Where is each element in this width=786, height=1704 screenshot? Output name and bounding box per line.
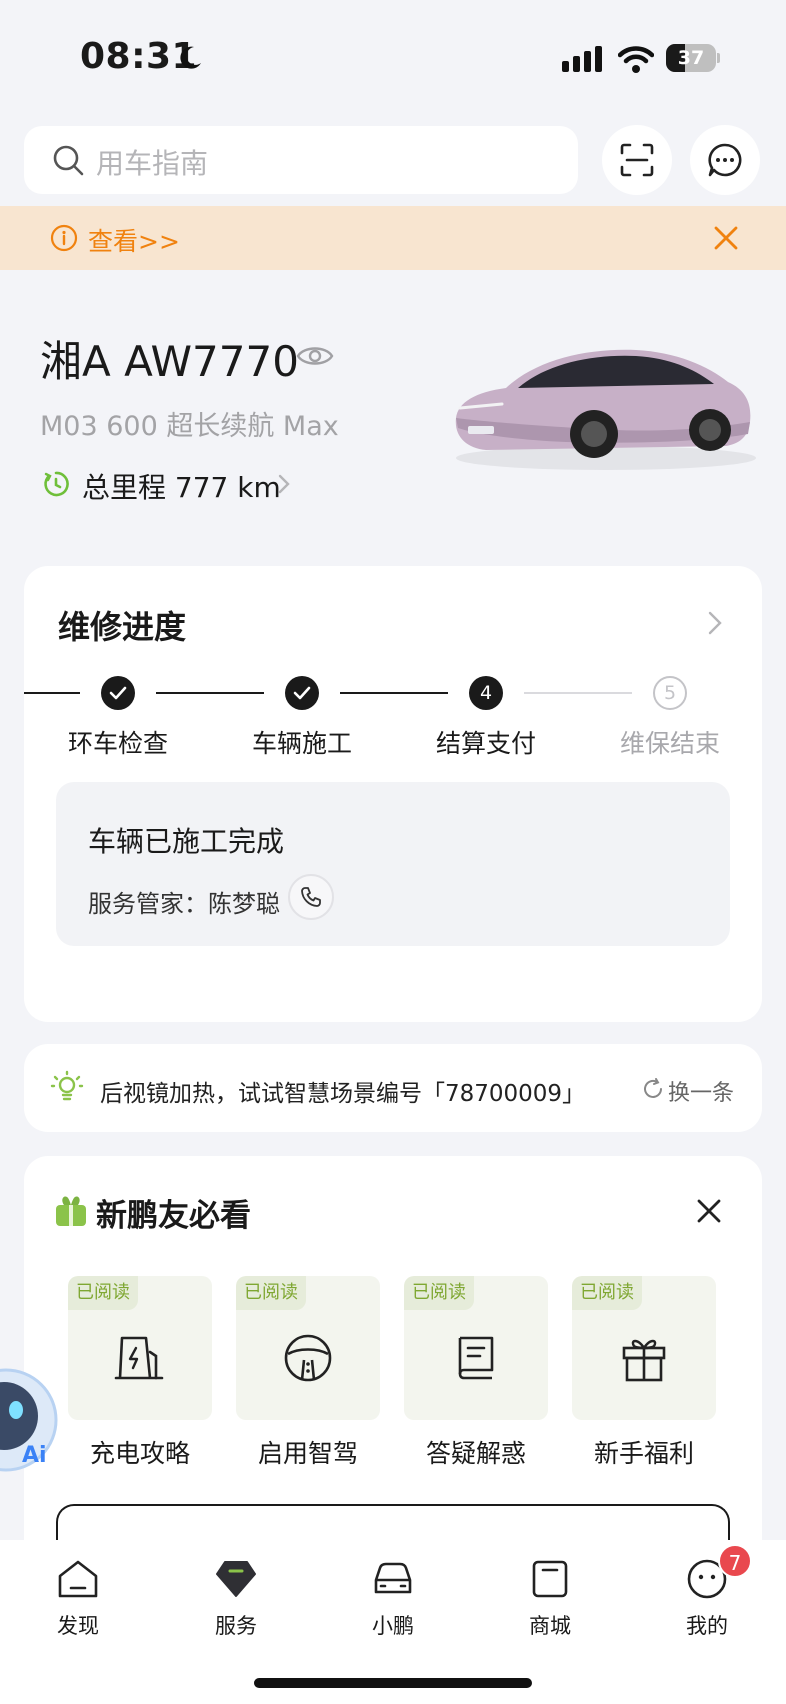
tab-label: 服务	[215, 1614, 257, 1638]
step-4-number: 5	[653, 676, 687, 710]
tab-discover[interactable]: 发现	[28, 1556, 128, 1640]
license-plate: 湘A AW7770	[40, 337, 299, 386]
tab-label: 发现	[57, 1614, 99, 1638]
step-label: 车辆施工	[251, 729, 352, 758]
ai-assistant-icon[interactable]: Ai	[0, 1366, 60, 1476]
close-icon[interactable]	[696, 1198, 722, 1224]
tile-label: 新手福利	[593, 1439, 694, 1468]
message-button[interactable]	[690, 125, 760, 195]
step-label: 环车检查	[67, 729, 168, 758]
tile-enable-assisted-driving[interactable]: 已阅读	[236, 1276, 380, 1420]
step-2-check-icon	[285, 676, 319, 710]
steering-wheel-icon	[284, 1334, 332, 1382]
phone-icon	[301, 887, 321, 907]
odometer-icon	[44, 471, 69, 497]
scene-tip-text: 后视镜加热，试试智慧场景编号「78700009」	[100, 1081, 576, 1107]
repair-status-box	[56, 782, 730, 946]
notice-link[interactable]: 查看>>	[88, 222, 180, 258]
chevron-right-icon[interactable]	[706, 610, 724, 636]
battery-percent: 37	[677, 47, 705, 69]
tab-xiaopeng[interactable]: 小鹏	[343, 1556, 443, 1640]
tile-label: 充电攻略	[89, 1439, 190, 1468]
chat-bubble-icon	[708, 143, 742, 177]
car-icon	[374, 1562, 412, 1594]
step-label: 维保结束	[619, 729, 720, 758]
progress-line	[524, 692, 632, 694]
read-badge: 已阅读	[572, 1276, 642, 1310]
tab-service[interactable]: 服务	[186, 1556, 286, 1640]
tile-charging-guide[interactable]: 已阅读	[68, 1276, 212, 1420]
search-bar[interactable]: 用车指南	[24, 126, 578, 194]
tile-faq[interactable]: 已阅读	[404, 1276, 548, 1420]
refresh-icon[interactable]	[642, 1078, 664, 1100]
progress-line	[156, 692, 264, 694]
eye-icon[interactable]	[296, 342, 334, 370]
mileage-link[interactable]: 总里程 777 km	[82, 466, 281, 506]
shopping-bag-icon	[532, 1560, 568, 1598]
search-placeholder: 用车指南	[96, 147, 209, 180]
charging-station-icon	[114, 1336, 164, 1380]
tab-label: 我的	[686, 1614, 728, 1638]
scan-button[interactable]	[602, 125, 672, 195]
book-icon	[458, 1336, 494, 1380]
tab-mall[interactable]: 商城	[500, 1556, 600, 1640]
repair-title: 维修进度	[58, 608, 187, 646]
repair-status-text: 车辆已施工完成	[88, 825, 285, 858]
tile-label: 启用智驾	[257, 1439, 358, 1468]
step-1-check-icon	[101, 676, 135, 710]
search-icon	[53, 145, 84, 176]
home-indicator	[254, 1678, 532, 1688]
read-badge: 已阅读	[404, 1276, 474, 1310]
tab-label: 小鹏	[372, 1614, 414, 1638]
wifi-icon	[618, 46, 654, 73]
tile-newbie-benefits[interactable]: 已阅读	[572, 1276, 716, 1420]
close-icon[interactable]	[712, 224, 740, 252]
house-icon	[58, 1560, 98, 1598]
read-badge: 已阅读	[236, 1276, 306, 1310]
newbie-title: 新鹏友必看	[96, 1198, 251, 1234]
step-label: 结算支付	[435, 729, 536, 758]
info-icon	[50, 224, 78, 252]
lightbulb-icon	[50, 1070, 84, 1101]
vehicle-model: M03 600 超长续航 Max	[40, 411, 339, 442]
service-icon	[216, 1561, 256, 1597]
notice-bar[interactable]: 查看>>	[0, 206, 786, 270]
refresh-button[interactable]: 换一条	[668, 1075, 734, 1107]
call-advisor-button[interactable]	[288, 874, 334, 920]
notification-badge: 7	[718, 1544, 752, 1578]
moon-icon	[180, 46, 201, 69]
battery-indicator: 37	[666, 44, 720, 72]
gift-icon	[56, 1196, 86, 1226]
progress-line	[340, 692, 448, 694]
cellular-signal-icon	[562, 46, 602, 72]
read-badge: 已阅读	[68, 1276, 138, 1310]
ai-label: Ai	[22, 1443, 47, 1468]
scan-icon	[620, 143, 654, 177]
car-image	[455, 349, 756, 470]
gift-box-icon	[622, 1339, 666, 1382]
progress-line	[24, 692, 80, 694]
tab-label: 商城	[529, 1614, 571, 1638]
service-advisor: 服务管家：陈梦聪	[88, 890, 280, 918]
chevron-right-icon	[278, 474, 290, 494]
tile-label: 答疑解惑	[425, 1439, 526, 1468]
step-3-number: 4	[469, 676, 503, 710]
